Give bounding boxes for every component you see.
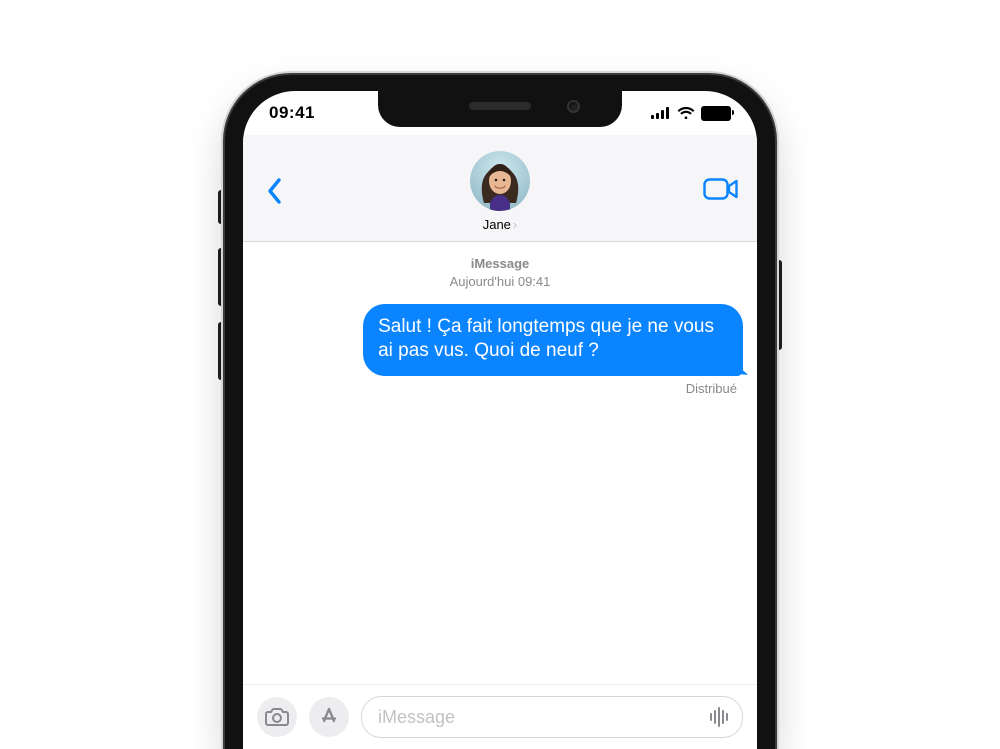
thread-timestamp: iMessage Aujourd'hui 09:41 (257, 255, 743, 290)
phone-silent-switch (218, 190, 224, 224)
waveform-icon (708, 706, 730, 728)
back-button[interactable] (257, 173, 293, 209)
status-time: 09:41 (269, 103, 315, 123)
contact-name: Jane (483, 217, 511, 232)
chevron-left-icon (267, 178, 283, 204)
front-camera (567, 100, 580, 113)
camera-icon (265, 707, 289, 727)
chevron-right-icon: › (513, 217, 517, 232)
message-thread[interactable]: iMessage Aujourd'hui 09:41 Salut ! Ça fa… (243, 241, 757, 685)
phone-frame: 09:41 (225, 75, 775, 749)
contact-info[interactable]: Jane › (470, 151, 530, 232)
compose-bar: iMessage (243, 684, 757, 749)
conversation-header: Jane › (243, 135, 757, 242)
delivery-receipt: Distribué (257, 381, 737, 396)
phone-notch (378, 91, 622, 127)
phone-side-button (776, 260, 782, 350)
wifi-icon (677, 107, 695, 120)
message-input[interactable]: iMessage (361, 696, 743, 738)
timestamp-label: Aujourd'hui 09:41 (450, 274, 551, 289)
phone-volume-down (218, 322, 224, 380)
dictation-button[interactable] (704, 702, 734, 732)
avatar (470, 151, 530, 211)
phone-screen: 09:41 (243, 91, 757, 749)
contact-name-row: Jane › (483, 217, 518, 232)
app-drawer-button[interactable] (309, 697, 349, 737)
earpiece (469, 102, 531, 110)
canvas: 09:41 (0, 0, 1000, 749)
phone-volume-up (218, 248, 224, 306)
video-camera-icon (703, 177, 739, 201)
app-store-icon (318, 706, 340, 728)
battery-icon (701, 106, 731, 121)
message-row: Salut ! Ça fait longtemps que je ne vous… (257, 304, 743, 376)
service-label: iMessage (257, 255, 743, 273)
message-placeholder: iMessage (378, 707, 455, 728)
sent-message-bubble[interactable]: Salut ! Ça fait longtemps que je ne vous… (363, 304, 743, 376)
facetime-button[interactable] (701, 171, 741, 207)
status-indicators (651, 106, 731, 121)
cellular-signal-icon (651, 107, 671, 119)
camera-button[interactable] (257, 697, 297, 737)
